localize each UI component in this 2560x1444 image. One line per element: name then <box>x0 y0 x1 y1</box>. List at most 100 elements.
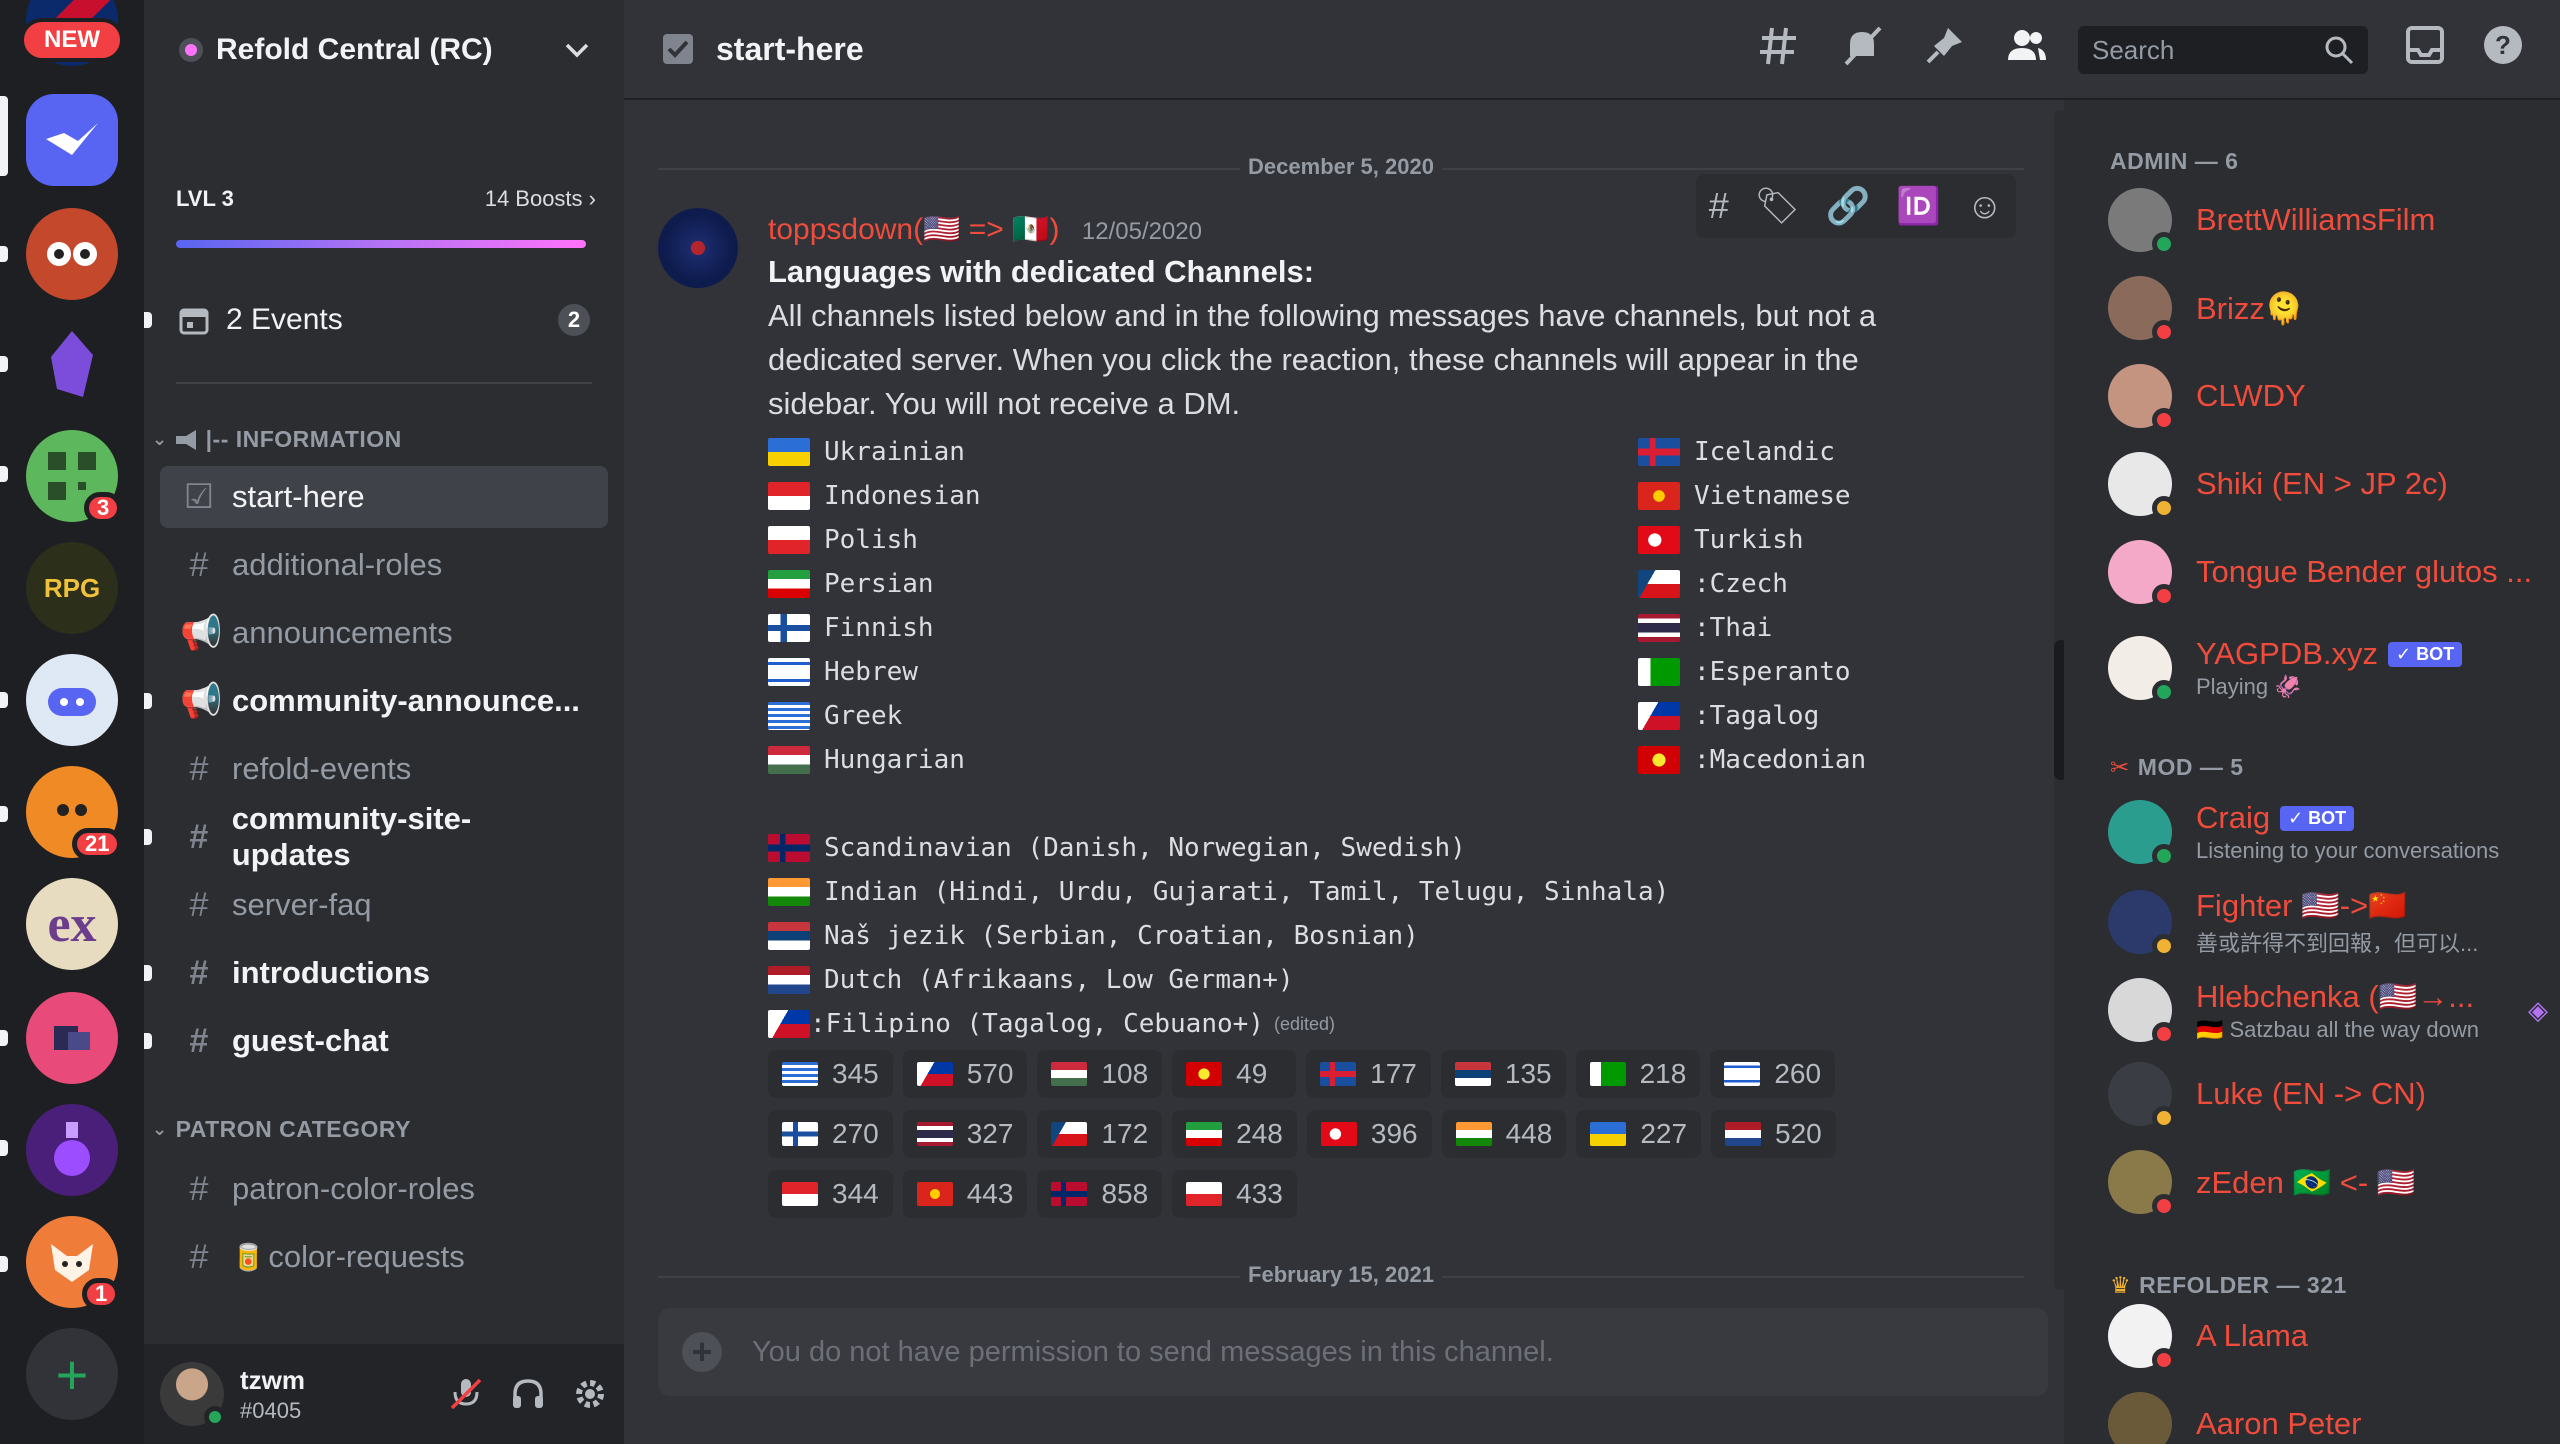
server-icon-owl[interactable] <box>26 208 118 300</box>
message-author[interactable]: toppsdown(🇺🇸 => 🇲🇽) <box>768 213 1060 246</box>
server-icon-ferris[interactable] <box>26 992 118 1084</box>
member-item[interactable]: A Llama <box>2108 1296 2548 1376</box>
iran-flag-icon <box>768 570 810 598</box>
pin-icon[interactable] <box>1922 24 1966 68</box>
category-information[interactable]: ⌄ |-- INFORMATION <box>152 426 402 453</box>
finland-flag-icon <box>768 614 810 642</box>
reaction-esperanto[interactable]: 218 <box>1575 1050 1701 1098</box>
channel-color-requests[interactable]: # 🥫 color-requests <box>160 1226 608 1288</box>
channel-community-site-updates[interactable]: # community-site-updates <box>144 801 608 872</box>
member-item[interactable]: BrettWilliamsFilm <box>2108 180 2548 260</box>
list-item: Turkish <box>1638 518 1866 562</box>
reaction-icelandic[interactable]: 177 <box>1306 1050 1431 1098</box>
reaction-polish[interactable]: 433 <box>1172 1170 1297 1218</box>
avatar <box>2108 364 2176 432</box>
reaction-persian[interactable]: 248 <box>1172 1110 1297 1158</box>
user-discriminator: #0405 <box>240 1397 302 1423</box>
threads-icon[interactable] <box>1758 24 1802 68</box>
reaction-turkish[interactable]: 396 <box>1306 1110 1432 1158</box>
channel-guest-chat[interactable]: # guest-chat <box>144 1010 608 1072</box>
tag-icon[interactable]: 🏷 <box>1754 185 1800 227</box>
add-attachment-icon[interactable]: + <box>682 1331 722 1372</box>
boost-progress-row[interactable]: LVL 3 14 Boosts › <box>176 186 596 212</box>
ukraine-flag-icon <box>768 438 810 466</box>
reaction-hungarian[interactable]: 108 <box>1037 1050 1163 1098</box>
reaction-macedonian[interactable]: 49 <box>1172 1050 1297 1098</box>
reaction-dutch[interactable]: 520 <box>1711 1110 1836 1158</box>
member-item[interactable]: Hlebchenka (🇺🇸→... 🇩🇪 Satzbau all the wa… <box>2108 962 2548 1058</box>
channel-patron-color-roles[interactable]: # patron-color-roles <box>160 1158 608 1220</box>
member-item[interactable]: Aaron Peter <box>2108 1384 2548 1444</box>
member-item[interactable]: Tongue Bender glutos ... <box>2108 532 2548 612</box>
member-item[interactable]: Craig ✓ BOT Listening to your conversatio… <box>2108 784 2548 880</box>
reaction-indian[interactable]: 448 <box>1441 1110 1567 1158</box>
reaction-thai[interactable]: 327 <box>902 1110 1028 1158</box>
hashtag-icon: # <box>189 817 209 856</box>
member-item[interactable]: Fighter 🇺🇸->🇨🇳 善或許得不到回報，但可以... <box>2108 874 2548 970</box>
avatar[interactable] <box>160 1362 226 1428</box>
list-item: Naš jezik (Serbian, Croatian, Bosnian) <box>768 914 1419 958</box>
server-level: LVL 3 <box>176 186 234 211</box>
reaction-finnish[interactable]: 270 <box>768 1110 893 1158</box>
chat-area: start-here Search ? December 5, 2020 # 🏷… <box>624 0 2560 1444</box>
serbia-flag-icon <box>1454 1062 1491 1086</box>
avatar[interactable] <box>658 208 738 288</box>
member-item[interactable]: CLWDY <box>2108 356 2548 436</box>
events-item[interactable]: 2 Events 2 <box>144 292 604 348</box>
chevron-down-icon <box>565 43 589 58</box>
copy-id-icon[interactable]: 🆔 <box>1896 185 1941 227</box>
notification-bell-muted-icon[interactable] <box>1840 24 1884 68</box>
reaction-tagalog[interactable]: 570 <box>902 1050 1028 1098</box>
headphones-icon[interactable] <box>510 1376 546 1412</box>
add-reaction-icon[interactable]: ☺ <box>1966 185 2003 227</box>
search-input[interactable]: Search <box>2078 26 2368 74</box>
reaction-scandinavian[interactable]: 858 <box>1037 1170 1163 1218</box>
server-unread-pill <box>0 246 8 262</box>
member-item[interactable]: YAGPDB.xyz ✓ BOT Playing 🦑 <box>2108 620 2548 716</box>
reaction-nas-jezik[interactable]: 135 <box>1440 1050 1566 1098</box>
server-icon-rpg[interactable]: RPG <box>26 542 118 634</box>
avatar <box>2108 1150 2176 1218</box>
gear-icon[interactable] <box>572 1376 608 1412</box>
list-item: Dutch (Afrikaans, Low German+) <box>768 958 1294 1002</box>
member-item[interactable]: zEden 🇧🇷 <- 🇺🇸 <box>2108 1142 2548 1222</box>
reaction-indonesian[interactable]: 344 <box>768 1170 893 1218</box>
reaction-greek[interactable]: 345 <box>768 1050 893 1098</box>
reaction-czech[interactable]: 172 <box>1037 1110 1163 1158</box>
member-list-icon[interactable] <box>2004 24 2048 68</box>
dnd-status-dot <box>2152 320 2176 344</box>
create-thread-icon[interactable]: # <box>1709 185 1729 227</box>
member-item[interactable]: Shiki (EN > JP 2c) <box>2108 444 2548 524</box>
member-item[interactable]: Luke (EN -> CN) <box>2108 1054 2548 1134</box>
server-icon-obsidian[interactable] <box>26 318 118 410</box>
reaction-hebrew[interactable]: 260 <box>1710 1050 1836 1098</box>
server-icon-refold[interactable] <box>26 94 118 186</box>
user-name-block[interactable]: tzwm #0405 <box>240 1365 305 1424</box>
help-icon[interactable]: ? <box>2482 24 2524 66</box>
category-patron[interactable]: ⌄ PATRON CATEGORY <box>152 1116 411 1143</box>
server-icon-potion[interactable] <box>26 1104 118 1196</box>
link-icon[interactable]: 🔗 <box>1826 185 1871 227</box>
mute-microphone-icon[interactable] <box>448 1376 484 1412</box>
guild-header[interactable]: Refold Central (RC) <box>144 0 624 100</box>
server-icon-discord-world[interactable] <box>26 654 118 746</box>
channel-additional-roles[interactable]: # additional-roles <box>160 534 608 596</box>
idle-status-dot <box>2152 496 2176 520</box>
message-composer[interactable]: + You do not have permission to send mes… <box>658 1308 2048 1396</box>
channel-announcements[interactable]: 📢 announcements <box>160 602 608 664</box>
add-server-button[interactable]: + <box>26 1328 118 1420</box>
member-item[interactable]: Brizz🫠 <box>2108 268 2548 348</box>
online-status-dot <box>204 1406 226 1428</box>
iceland-flag-icon <box>1638 438 1680 466</box>
channel-start-here[interactable]: ☑ start-here <box>160 466 608 528</box>
search-icon <box>2325 36 2354 65</box>
channel-community-announcements[interactable]: 📢 community-announce... <box>144 670 608 732</box>
reaction-ukrainian[interactable]: 227 <box>1576 1110 1702 1158</box>
server-icon-ex[interactable]: ex <box>26 878 118 970</box>
inbox-icon[interactable] <box>2404 24 2446 66</box>
channel-introductions[interactable]: # introductions <box>144 942 608 1004</box>
channel-server-faq[interactable]: # server-faq <box>160 874 608 936</box>
reaction-vietnamese[interactable]: 443 <box>902 1170 1028 1218</box>
channel-refold-events[interactable]: # refold-events <box>160 738 608 800</box>
avatar <box>2108 1392 2172 1444</box>
